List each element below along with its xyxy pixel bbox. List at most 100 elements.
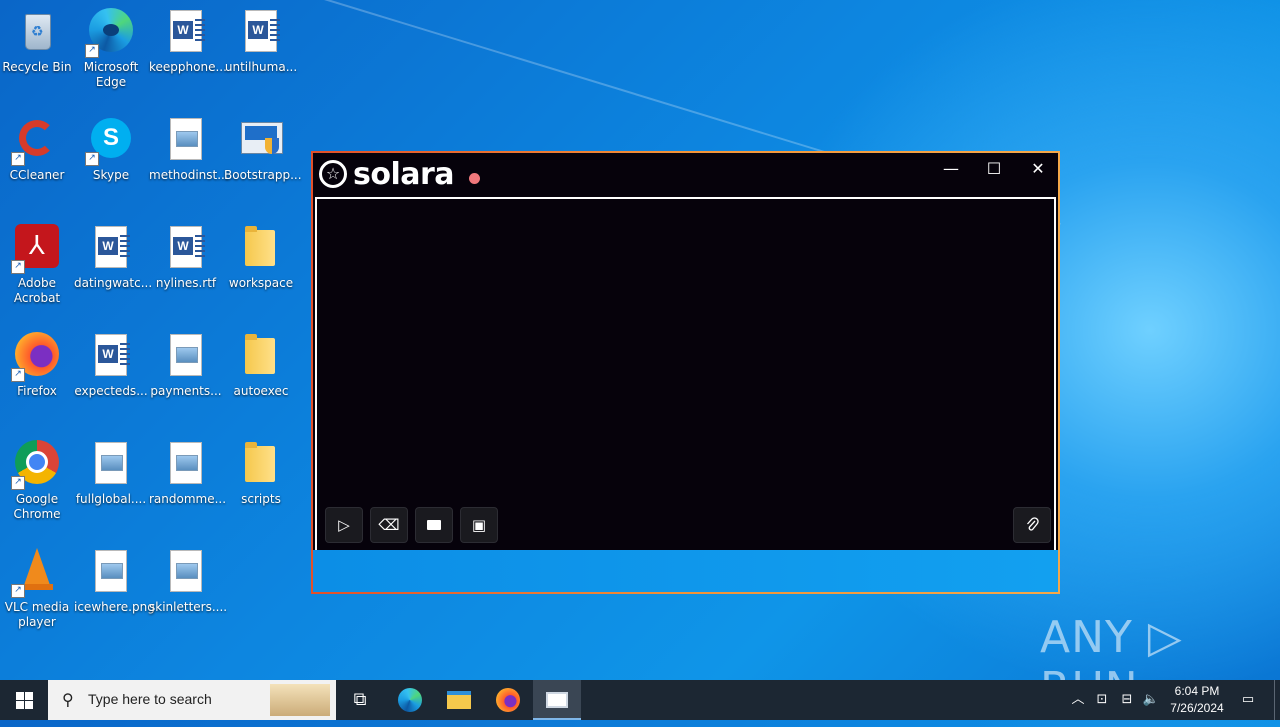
solara-bottom-panel bbox=[313, 550, 1058, 592]
status-dot-icon bbox=[469, 173, 480, 184]
image-file-icon bbox=[162, 440, 210, 488]
desktop-icon-label: datingwatc... bbox=[74, 276, 153, 290]
desktop-icon-microsoft-edge[interactable]: ↗ Microsoft Edge bbox=[74, 8, 148, 90]
folder-icon bbox=[237, 224, 285, 272]
desktop-icon-label: CCleaner bbox=[9, 168, 65, 182]
desktop-icon-vlc[interactable]: ↗ VLC media player bbox=[0, 548, 74, 630]
chevron-up-icon: ︿ bbox=[1071, 692, 1085, 707]
word-document-icon: W bbox=[87, 332, 135, 380]
desktop-icon-skype[interactable]: S ↗ Skype bbox=[74, 116, 148, 183]
desktop-icon-label: Microsoft Edge bbox=[83, 60, 139, 89]
vlc-cone-icon: ↗ bbox=[11, 548, 61, 598]
desktop-icon-label: autoexec bbox=[233, 384, 289, 398]
desktop-icon-label: Google Chrome bbox=[13, 492, 61, 521]
desktop-icon-firefox[interactable]: ↗ Firefox bbox=[0, 332, 74, 399]
desktop-icon-untilhuma[interactable]: W untilhuma... bbox=[224, 8, 298, 75]
desktop-icon-label: scripts bbox=[241, 492, 281, 506]
desktop-icon-label: randomme... bbox=[149, 492, 227, 506]
taskbar-file-explorer-button[interactable] bbox=[435, 680, 483, 720]
edge-icon: ↗ bbox=[85, 8, 135, 58]
desktop-icon-scripts[interactable]: scripts bbox=[224, 440, 298, 507]
desktop-icon-payments[interactable]: payments... bbox=[149, 332, 223, 399]
desktop-icon-skinletters[interactable]: skinletters.... bbox=[149, 548, 228, 615]
acrobat-icon: ⅄ ↗ bbox=[11, 224, 61, 274]
clock-time: 6:04 PM bbox=[1174, 684, 1220, 698]
save-file-button[interactable]: ▣ bbox=[460, 507, 498, 543]
play-icon: ▷ bbox=[338, 516, 350, 534]
desktop-icon-label: fullglobal.... bbox=[75, 492, 147, 506]
desktop-icon-ccleaner[interactable]: ↗ CCleaner bbox=[0, 116, 74, 183]
desktop-icon-expecteds[interactable]: W expecteds... bbox=[74, 332, 148, 399]
recycle-bin-icon: ♻ bbox=[13, 8, 61, 56]
desktop-icon-recycle-bin[interactable]: ♻ Recycle Bin bbox=[0, 8, 74, 75]
desktop-icon-label: nylines.rtf bbox=[155, 276, 217, 290]
desktop-icon-label: workspace bbox=[228, 276, 294, 290]
chrome-icon: ↗ bbox=[11, 440, 61, 490]
word-document-icon: W bbox=[162, 8, 210, 56]
desktop-icon-label: Adobe Acrobat bbox=[13, 276, 61, 305]
word-document-icon: W bbox=[237, 8, 285, 56]
network-icon[interactable]: ⊟ bbox=[1116, 680, 1138, 720]
search-icon: ⚲ bbox=[62, 690, 74, 709]
desktop-icon-label: Recycle Bin bbox=[2, 60, 72, 74]
image-file-icon bbox=[162, 116, 210, 164]
clear-button[interactable]: ⌫ bbox=[370, 507, 408, 543]
taskbar-edge-button[interactable] bbox=[386, 680, 434, 720]
folder-icon bbox=[427, 520, 441, 530]
desktop-icon-datingwatc[interactable]: W datingwatc... bbox=[74, 224, 153, 291]
eraser-icon: ⌫ bbox=[378, 516, 400, 534]
desktop-icon-label: expecteds... bbox=[74, 384, 148, 398]
action-center-button[interactable]: ▭ bbox=[1236, 680, 1260, 720]
word-document-icon: W bbox=[162, 224, 210, 272]
desktop-icon-label: Bootstrapp... bbox=[224, 168, 302, 182]
volume-icon[interactable]: 🔈 bbox=[1140, 680, 1162, 720]
desktop-icon-label: methodinst... bbox=[149, 168, 229, 182]
desktop-icon-workspace[interactable]: workspace bbox=[224, 224, 298, 291]
start-button[interactable] bbox=[0, 680, 48, 720]
desktop-icon-label: Firefox bbox=[17, 384, 57, 398]
taskbar-search-box[interactable]: ⚲ Type here to search bbox=[48, 680, 336, 720]
show-desktop-button[interactable] bbox=[1274, 680, 1275, 720]
notification-icon: ▭ bbox=[1241, 692, 1255, 707]
solara-icon bbox=[546, 692, 568, 708]
task-view-button[interactable]: ⧉ bbox=[336, 680, 384, 720]
installer-icon bbox=[237, 116, 285, 164]
desktop-icon-nylines[interactable]: W nylines.rtf bbox=[149, 224, 223, 291]
firefox-icon: ↗ bbox=[11, 332, 61, 382]
show-hidden-icons-button[interactable]: ︿ bbox=[1068, 680, 1088, 720]
desktop-icon-adobe-acrobat[interactable]: ⅄ ↗ Adobe Acrobat bbox=[0, 224, 74, 306]
word-document-icon: W bbox=[87, 224, 135, 272]
maximize-button[interactable]: ☐ bbox=[976, 157, 1012, 181]
execute-button[interactable]: ▷ bbox=[325, 507, 363, 543]
script-editor[interactable]: ▷ ⌫ ▣ bbox=[315, 197, 1056, 550]
open-file-button[interactable] bbox=[415, 507, 453, 543]
taskbar: ⚲ Type here to search ⧉ ︿ ⊡ ⊟ 🔈 6:04 PM … bbox=[0, 680, 1280, 720]
desktop-icon-label: VLC media player bbox=[4, 600, 70, 629]
image-file-icon bbox=[162, 548, 210, 596]
desktop-icon-label: skinletters.... bbox=[149, 600, 228, 614]
desktop-icon-bootstrapp[interactable]: Bootstrapp... bbox=[224, 116, 302, 183]
search-placeholder: Type here to search bbox=[88, 691, 212, 707]
close-button[interactable]: ✕ bbox=[1020, 157, 1056, 181]
taskbar-clock[interactable]: 6:04 PM 7/26/2024 bbox=[1160, 683, 1234, 717]
save-icon: ▣ bbox=[471, 516, 487, 534]
solara-star-logo-icon: ☆ bbox=[319, 160, 347, 188]
desktop-icon-label: Skype bbox=[92, 168, 130, 182]
desktop-icon-autoexec[interactable]: autoexec bbox=[224, 332, 298, 399]
tray-device-icon[interactable]: ⊡ bbox=[1092, 680, 1112, 720]
clock-date: 7/26/2024 bbox=[1170, 701, 1224, 715]
skype-icon: S ↗ bbox=[85, 116, 135, 166]
folder-icon bbox=[237, 440, 285, 488]
taskbar-solara-button[interactable] bbox=[533, 680, 581, 720]
desktop-icon-randomme[interactable]: randomme... bbox=[149, 440, 227, 507]
paperclip-icon bbox=[1027, 517, 1039, 531]
solara-titlebar[interactable]: ☆ solara — ☐ ✕ bbox=[313, 153, 1058, 197]
desktop-icon-methodinst[interactable]: methodinst... bbox=[149, 116, 229, 183]
taskbar-firefox-button[interactable] bbox=[484, 680, 532, 720]
attach-button[interactable] bbox=[1013, 507, 1051, 543]
desktop-icon-google-chrome[interactable]: ↗ Google Chrome bbox=[0, 440, 74, 522]
desktop-icon-icewhere[interactable]: icewhere.png bbox=[74, 548, 155, 615]
desktop-icon-fullglobal[interactable]: fullglobal.... bbox=[74, 440, 148, 507]
minimize-button[interactable]: — bbox=[933, 157, 969, 181]
desktop-icon-keepphone[interactable]: W keepphone... bbox=[149, 8, 227, 75]
